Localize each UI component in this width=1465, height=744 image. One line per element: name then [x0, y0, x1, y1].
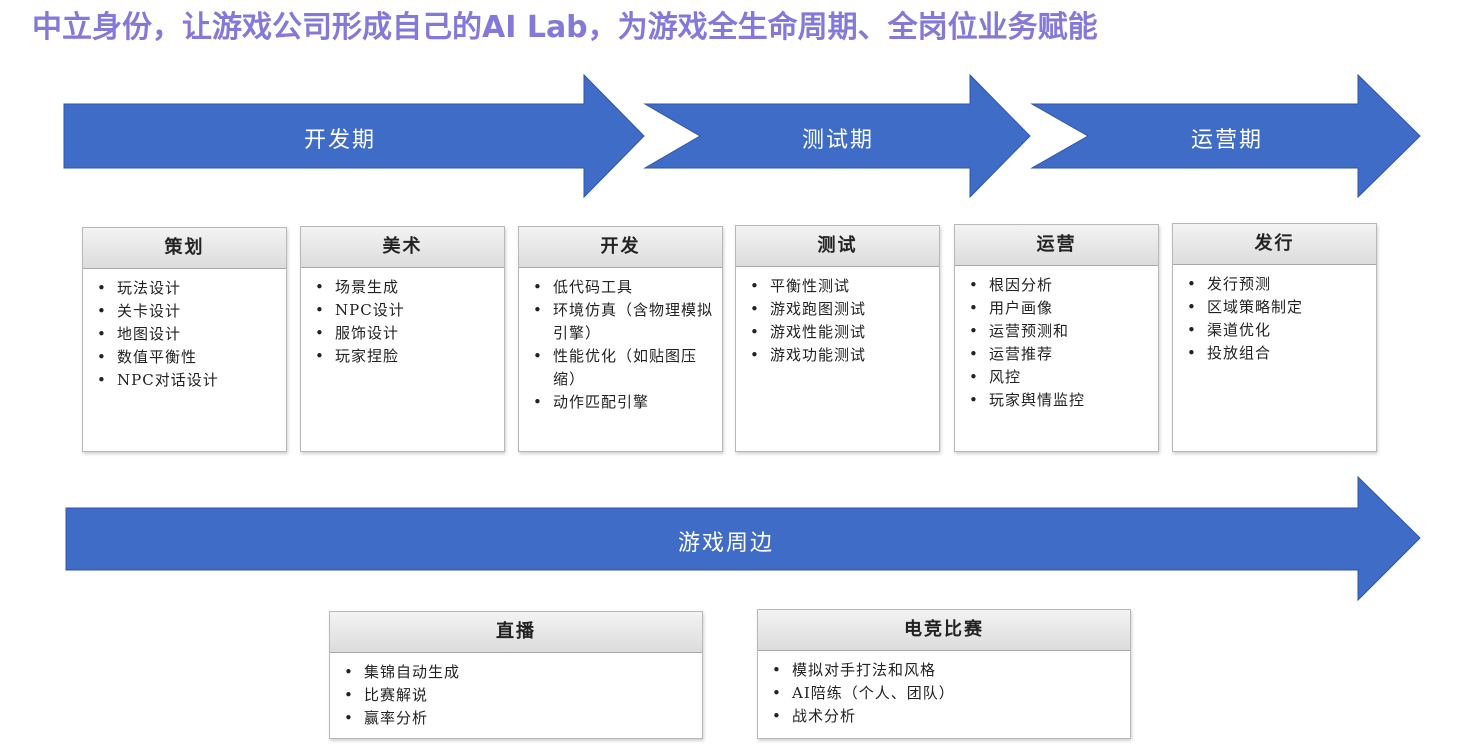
card-operations: 运营 根因分析 用户画像 运营预测和 运营推荐 风控 玩家舆情监控 [954, 224, 1159, 452]
card-esports: 电竞比赛 模拟对手打法和风格 AI陪练（个人、团队） 战术分析 [757, 609, 1131, 739]
card-title: 电竞比赛 [758, 610, 1130, 651]
list-item: 动作匹配引擎 [531, 391, 714, 414]
list-item: 战术分析 [770, 705, 1122, 728]
list-item: 玩家舆情监控 [967, 389, 1150, 412]
card-title: 直播 [330, 612, 702, 653]
card-list: 低代码工具 环境仿真（含物理模拟引擎） 性能优化（如贴图压缩） 动作匹配引擎 [519, 268, 722, 414]
list-item: AI陪练（个人、团队） [770, 682, 1122, 705]
list-item: 风控 [967, 366, 1150, 389]
card-list: 模拟对手打法和风格 AI陪练（个人、团队） 战术分析 [758, 651, 1130, 728]
list-item: 低代码工具 [531, 276, 714, 299]
list-item: 玩家捏脸 [313, 345, 496, 368]
list-item: 模拟对手打法和风格 [770, 659, 1122, 682]
list-item: 游戏功能测试 [748, 344, 931, 367]
card-list: 根因分析 用户画像 运营预测和 运营推荐 风控 玩家舆情监控 [955, 266, 1158, 412]
list-item: 平衡性测试 [748, 275, 931, 298]
list-item: 游戏跑图测试 [748, 298, 931, 321]
list-item: 玩法设计 [95, 277, 278, 300]
phase-label-dev: 开发期 [303, 128, 376, 153]
card-testing: 测试 平衡性测试 游戏跑图测试 游戏性能测试 游戏功能测试 [735, 225, 940, 452]
list-item: 集锦自动生成 [342, 661, 694, 684]
list-item: 环境仿真（含物理模拟引擎） [531, 299, 714, 345]
list-item: 运营预测和 [967, 320, 1150, 343]
card-publishing: 发行 发行预测 区域策略制定 渠道优化 投放组合 [1172, 223, 1377, 452]
periphery-label: 游戏周边 [677, 531, 774, 556]
list-item: 投放组合 [1185, 342, 1368, 365]
list-item: 游戏性能测试 [748, 321, 931, 344]
phase-label-ops: 运营期 [1190, 128, 1263, 153]
card-list: 场景生成 NPC设计 服饰设计 玩家捏脸 [301, 268, 504, 368]
card-livestream: 直播 集锦自动生成 比赛解说 赢率分析 [329, 611, 703, 739]
list-item: 地图设计 [95, 323, 278, 346]
card-title: 策划 [83, 228, 286, 269]
list-item: 发行预测 [1185, 273, 1368, 296]
card-list: 发行预测 区域策略制定 渠道优化 投放组合 [1173, 265, 1376, 365]
list-item: 服饰设计 [313, 322, 496, 345]
card-list: 集锦自动生成 比赛解说 赢率分析 [330, 653, 702, 730]
list-item: 比赛解说 [342, 684, 694, 707]
list-item: NPC设计 [313, 299, 496, 322]
list-item: 渠道优化 [1185, 319, 1368, 342]
card-art: 美术 场景生成 NPC设计 服饰设计 玩家捏脸 [300, 226, 505, 452]
list-item: 关卡设计 [95, 300, 278, 323]
list-item: 用户画像 [967, 297, 1150, 320]
list-item: 场景生成 [313, 276, 496, 299]
card-development: 开发 低代码工具 环境仿真（含物理模拟引擎） 性能优化（如贴图压缩） 动作匹配引… [518, 226, 723, 452]
list-item: 数值平衡性 [95, 346, 278, 369]
card-planning: 策划 玩法设计 关卡设计 地图设计 数值平衡性 NPC对话设计 [82, 227, 287, 452]
card-title: 测试 [736, 226, 939, 267]
card-title: 运营 [955, 225, 1158, 266]
list-item: 运营推荐 [967, 343, 1150, 366]
list-item: 根因分析 [967, 274, 1150, 297]
phase-label-test: 测试期 [801, 128, 874, 153]
card-title: 开发 [519, 227, 722, 268]
list-item: NPC对话设计 [95, 369, 278, 392]
list-item: 赢率分析 [342, 707, 694, 730]
card-title: 发行 [1173, 224, 1376, 265]
card-title: 美术 [301, 227, 504, 268]
list-item: 区域策略制定 [1185, 296, 1368, 319]
list-item: 性能优化（如贴图压缩） [531, 345, 714, 391]
card-list: 平衡性测试 游戏跑图测试 游戏性能测试 游戏功能测试 [736, 267, 939, 367]
card-list: 玩法设计 关卡设计 地图设计 数值平衡性 NPC对话设计 [83, 269, 286, 392]
